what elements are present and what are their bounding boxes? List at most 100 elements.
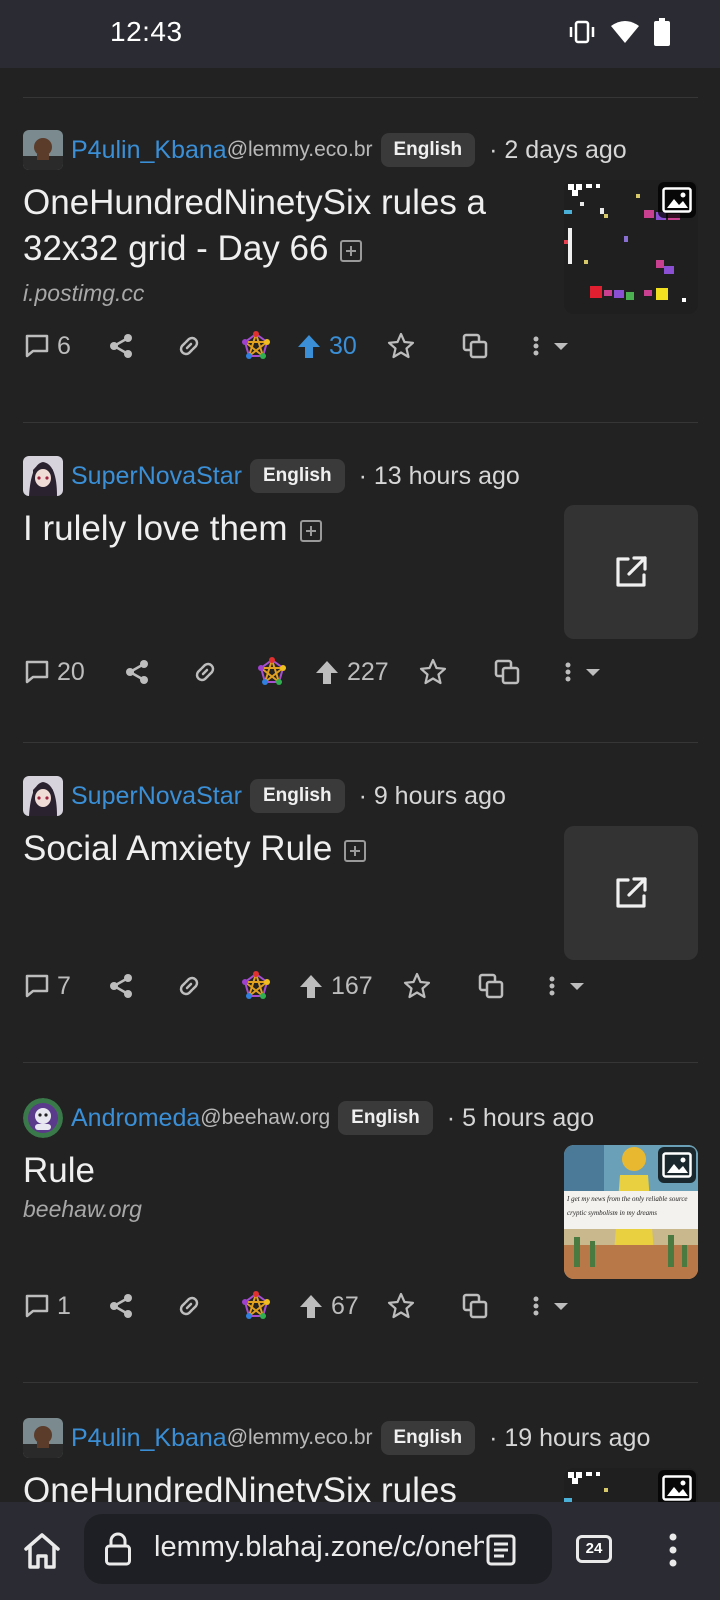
post-title[interactable]: Social Amxiety Rule xyxy=(23,826,523,872)
star-icon xyxy=(403,972,431,999)
copy-icon xyxy=(494,659,520,685)
comments-button[interactable]: 6 xyxy=(23,326,71,366)
post-title-text[interactable]: I rulely love them xyxy=(23,509,288,548)
star-icon xyxy=(419,658,447,685)
post-feed[interactable]: P4ulin_Kbana @lemmy.eco.br English · 2 d… xyxy=(0,68,720,1502)
avatar[interactable] xyxy=(23,776,63,816)
post-actions: 7 167 xyxy=(23,966,703,1006)
save-button[interactable] xyxy=(403,966,431,1006)
link-icon xyxy=(179,976,199,996)
tab-counter-button[interactable]: 24 xyxy=(576,1535,612,1563)
post-domain[interactable]: i.postimg.cc xyxy=(23,280,144,307)
instance-label: @lemmy.eco.br xyxy=(226,1426,373,1449)
post-title[interactable]: I rulely love them xyxy=(23,506,523,552)
comments-button[interactable]: 1 xyxy=(23,1286,71,1326)
upvote-button[interactable]: 30 xyxy=(295,326,357,366)
post-title-text[interactable]: Rule xyxy=(23,1151,95,1190)
post-title-text[interactable]: OneHundredNinetySix rules a 32x32 grid -… xyxy=(23,183,486,268)
share-button[interactable] xyxy=(107,1286,135,1326)
fediverse-button[interactable] xyxy=(241,1286,271,1326)
username-link[interactable]: P4ulin_Kbana xyxy=(71,136,227,165)
post-title[interactable]: Rule xyxy=(23,1148,523,1194)
more-vertical-icon xyxy=(565,662,571,682)
external-link-thumbnail[interactable] xyxy=(564,826,698,960)
post-thumbnail[interactable]: I get my news from the only reliable sou… xyxy=(564,1145,698,1279)
post-thumbnail[interactable] xyxy=(564,1468,698,1502)
post-domain[interactable]: beehaw.org xyxy=(23,1196,142,1223)
external-link-thumbnail[interactable] xyxy=(564,505,698,639)
crosspost-button[interactable] xyxy=(461,326,489,366)
score: 227 xyxy=(347,657,389,686)
copy-link-button[interactable] xyxy=(173,1286,205,1326)
chevron-down-icon xyxy=(554,1303,568,1310)
language-badge: English xyxy=(380,133,476,167)
crosspost-button[interactable] xyxy=(493,652,521,692)
fediverse-button[interactable] xyxy=(241,326,271,366)
avatar[interactable] xyxy=(23,1098,63,1138)
username-link[interactable]: Andromeda xyxy=(71,1104,200,1133)
divider xyxy=(23,1062,698,1063)
crosspost-button[interactable] xyxy=(477,966,505,1006)
image-icon xyxy=(658,1147,696,1183)
chevron-down-icon xyxy=(554,343,568,350)
post-title[interactable]: OneHundredNinetySix rules xyxy=(23,1468,523,1502)
post-actions: 20 227 xyxy=(23,652,703,692)
fediverse-icon xyxy=(242,971,270,999)
copy-link-button[interactable] xyxy=(173,966,205,1006)
username-link[interactable]: SuperNovaStar xyxy=(71,462,242,491)
comments-button[interactable]: 7 xyxy=(23,966,71,1006)
post-title-text[interactable]: Social Amxiety Rule xyxy=(23,829,332,868)
avatar[interactable] xyxy=(23,130,63,170)
image-icon xyxy=(658,182,696,218)
meme-caption-2: cryptic symbolism in my dreams xyxy=(567,1209,657,1217)
external-link-icon xyxy=(616,556,647,587)
more-options-button[interactable] xyxy=(531,1286,569,1326)
copy-link-button[interactable] xyxy=(189,652,221,692)
share-icon xyxy=(126,660,148,684)
copy-link-button[interactable] xyxy=(173,326,205,366)
post-thumbnail[interactable] xyxy=(564,180,698,314)
more-options-button[interactable] xyxy=(563,652,601,692)
share-icon xyxy=(110,1294,132,1318)
arrow-up-icon xyxy=(300,1295,322,1318)
comment-icon xyxy=(25,1294,49,1318)
avatar[interactable] xyxy=(23,456,63,496)
score: 67 xyxy=(331,1291,359,1320)
fediverse-icon xyxy=(242,1291,270,1319)
star-icon xyxy=(387,1292,415,1319)
home-icon[interactable] xyxy=(22,1532,62,1570)
upvote-button[interactable]: 67 xyxy=(297,1286,359,1326)
arrow-up-icon xyxy=(316,661,338,684)
menu-vertical-icon[interactable] xyxy=(668,1532,678,1568)
more-options-button[interactable] xyxy=(531,326,569,366)
expand-icon[interactable] xyxy=(344,840,367,862)
save-button[interactable] xyxy=(419,652,447,692)
share-button[interactable] xyxy=(107,966,135,1006)
reader-mode-icon[interactable] xyxy=(486,1534,516,1566)
crosspost-button[interactable] xyxy=(461,1286,489,1326)
fediverse-button[interactable] xyxy=(257,652,287,692)
url-text[interactable]: lemmy.blahaj.zone/c/onehundredninetysix xyxy=(154,1531,484,1564)
more-options-button[interactable] xyxy=(547,966,585,1006)
comments-button[interactable]: 20 xyxy=(23,652,85,692)
upvote-button[interactable]: 167 xyxy=(297,966,373,1006)
divider xyxy=(23,1382,698,1383)
upvote-button[interactable]: 227 xyxy=(313,652,389,692)
post-actions: 1 67 xyxy=(23,1286,703,1326)
fediverse-icon xyxy=(242,331,270,359)
share-button[interactable] xyxy=(123,652,151,692)
post-title-text[interactable]: OneHundredNinetySix rules xyxy=(23,1471,457,1502)
language-badge: English xyxy=(249,459,345,493)
more-vertical-icon xyxy=(533,1296,539,1316)
username-link[interactable]: SuperNovaStar xyxy=(71,782,242,811)
fediverse-button[interactable] xyxy=(241,966,271,1006)
expand-icon[interactable] xyxy=(340,240,363,262)
save-button[interactable] xyxy=(387,326,415,366)
expand-icon[interactable] xyxy=(299,520,322,542)
share-button[interactable] xyxy=(107,326,135,366)
username-link[interactable]: P4ulin_Kbana xyxy=(71,1424,227,1453)
post-title[interactable]: OneHundredNinetySix rules a 32x32 grid -… xyxy=(23,180,523,272)
avatar[interactable] xyxy=(23,1418,63,1458)
save-button[interactable] xyxy=(387,1286,415,1326)
address-bar[interactable]: lemmy.blahaj.zone/c/onehundredninetysix xyxy=(84,1514,552,1584)
